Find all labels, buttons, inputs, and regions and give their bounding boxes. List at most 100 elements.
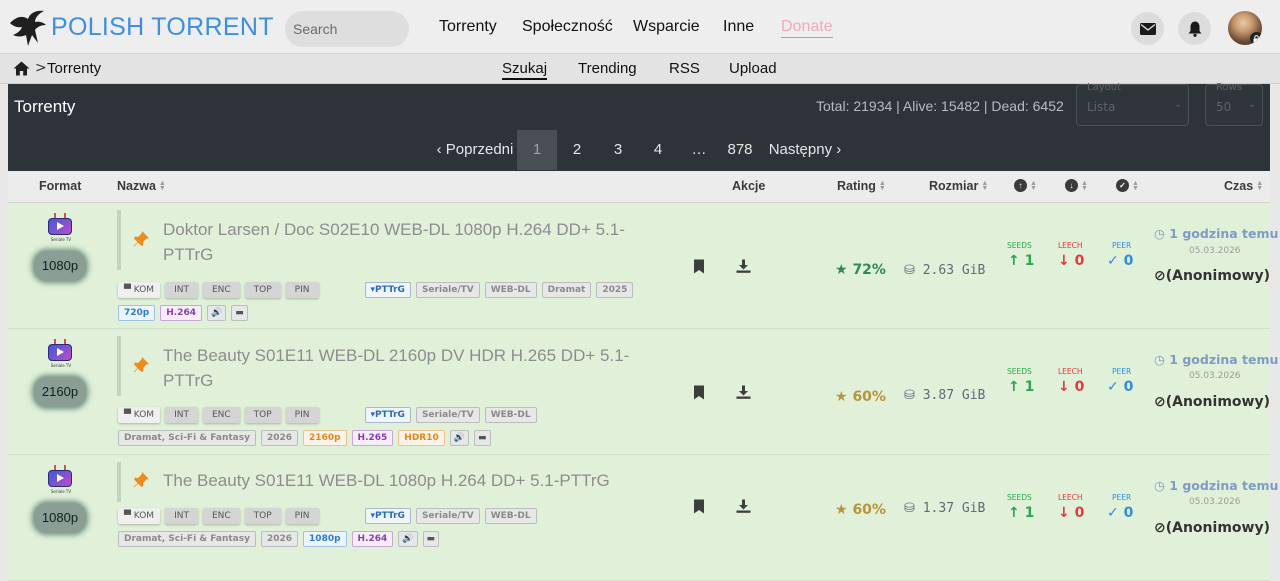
pagination-prev[interactable]: ‹ Poprzedni bbox=[430, 130, 520, 170]
flag-top[interactable]: TOP bbox=[244, 508, 281, 524]
home-icon[interactable] bbox=[13, 61, 30, 76]
seeds-label: SEEDS bbox=[1007, 367, 1032, 376]
breadcrumb-separator: > bbox=[35, 60, 47, 76]
leech-value[interactable]: ↓ 0 bbox=[1058, 379, 1084, 395]
flag-enc[interactable]: ENC bbox=[202, 282, 240, 298]
codec-tag[interactable]: H.264 bbox=[160, 305, 202, 321]
pagination-page[interactable]: 4 bbox=[638, 130, 678, 170]
title-accent-bar bbox=[117, 462, 121, 502]
title-accent-bar bbox=[117, 210, 121, 270]
table-row[interactable]: Seriale TV 1080p Doktor Larsen / Doc S02… bbox=[8, 204, 1278, 329]
tab-trending[interactable]: Trending bbox=[578, 60, 637, 77]
user-avatar[interactable] bbox=[1228, 11, 1262, 45]
source-tag[interactable]: WEB-DL bbox=[484, 407, 537, 423]
pagination-page[interactable]: 3 bbox=[598, 130, 638, 170]
table-row[interactable]: Seriale TV 1080p The Beauty S01E11 WEB-D… bbox=[8, 456, 1278, 581]
upload-time: ◷ 1 godzina temu bbox=[1154, 478, 1279, 493]
flag-int[interactable]: INT bbox=[165, 282, 198, 298]
torrent-title[interactable]: The Beauty S01E11 WEB-DL 1080p H.264 DD+… bbox=[163, 468, 653, 493]
flag-enc[interactable]: ENC bbox=[202, 407, 240, 423]
column-czas[interactable]: Czas ▲ ▼ bbox=[1224, 179, 1263, 193]
seeds-value[interactable]: ↑ 1 bbox=[1008, 253, 1034, 269]
column-seeds[interactable]: ↑ ▲ ▼ bbox=[1014, 179, 1037, 192]
year-tag[interactable]: 2026 bbox=[260, 430, 299, 446]
flag-pin[interactable]: PIN bbox=[285, 282, 319, 298]
resolution-tag[interactable]: 2160p bbox=[303, 430, 347, 446]
peer-value[interactable]: ✓ 0 bbox=[1107, 253, 1133, 269]
pagination-next[interactable]: Następny › bbox=[765, 130, 845, 170]
category-tag[interactable]: Seriale/TV bbox=[415, 407, 480, 423]
download-icon[interactable] bbox=[736, 259, 751, 273]
category-tag[interactable]: Seriale/TV bbox=[415, 508, 480, 524]
peer-value[interactable]: ✓ 0 bbox=[1107, 379, 1133, 395]
download-icon[interactable] bbox=[736, 499, 751, 513]
layout-select[interactable]: Layout Lista ⌄ bbox=[1076, 82, 1189, 126]
resolution-tag[interactable]: 720p bbox=[118, 305, 156, 321]
codec-tag[interactable]: H.265 bbox=[351, 430, 394, 446]
tab-upload[interactable]: Upload bbox=[729, 60, 777, 77]
column-leech[interactable]: ↓ ▲ ▼ bbox=[1065, 179, 1088, 192]
comment-icon: ▀ bbox=[124, 285, 131, 295]
column-peer[interactable]: ✓ ▲ ▼ bbox=[1116, 179, 1139, 192]
rows-select-value: 50 bbox=[1216, 100, 1232, 114]
bookmark-icon[interactable] bbox=[693, 385, 705, 400]
hdr-tag[interactable]: HDR10 bbox=[398, 430, 445, 446]
clock-icon: ◷ bbox=[1154, 226, 1165, 241]
flag-pin[interactable]: PIN bbox=[285, 407, 319, 423]
comments-flag[interactable]: ▀ KOM bbox=[118, 407, 161, 423]
tag-row: 720p H.264 🔊 ▬ bbox=[118, 305, 248, 321]
group-tag[interactable]: ▾PTTrG bbox=[364, 407, 411, 423]
year-tag[interactable]: 2025 bbox=[596, 282, 634, 298]
logo-text[interactable]: POLISH TORRENT bbox=[51, 12, 274, 42]
pagination-page[interactable]: 2 bbox=[557, 130, 597, 170]
flag-int[interactable]: INT bbox=[165, 407, 198, 423]
genre-tag[interactable]: Dramat, Sci-Fi & Fantasy bbox=[118, 430, 256, 446]
peer-value[interactable]: ✓ 0 bbox=[1107, 505, 1133, 521]
eagle-logo-icon[interactable] bbox=[8, 9, 48, 47]
search-input[interactable] bbox=[285, 11, 409, 47]
subtitles-icon: ▬ bbox=[473, 430, 491, 446]
source-tag[interactable]: WEB-DL bbox=[484, 282, 537, 298]
flag-int[interactable]: INT bbox=[165, 508, 198, 524]
flag-top[interactable]: TOP bbox=[244, 407, 281, 423]
messages-button[interactable] bbox=[1131, 12, 1164, 45]
sort-icon: ▲ ▼ bbox=[1030, 179, 1037, 192]
pagination-page[interactable]: 878 bbox=[719, 130, 761, 170]
tab-rss[interactable]: RSS bbox=[669, 60, 700, 77]
notifications-button[interactable] bbox=[1178, 12, 1211, 45]
bookmark-icon[interactable] bbox=[693, 499, 705, 514]
seeds-value[interactable]: ↑ 1 bbox=[1008, 379, 1034, 395]
seeds-value[interactable]: ↑ 1 bbox=[1008, 505, 1034, 521]
leech-value[interactable]: ↓ 0 bbox=[1058, 253, 1084, 269]
leech-value[interactable]: ↓ 0 bbox=[1058, 505, 1084, 521]
eye-slash-icon: ⊘ bbox=[1154, 268, 1166, 284]
nav-donate[interactable]: Donate bbox=[781, 18, 833, 38]
column-rating[interactable]: Rating ▲ ▼ bbox=[837, 179, 886, 193]
tab-szukaj[interactable]: Szukaj bbox=[502, 60, 548, 80]
source-tag[interactable]: WEB-DL bbox=[484, 508, 537, 524]
column-nazwa[interactable]: Nazwa ▲ ▼ bbox=[117, 179, 166, 193]
flag-top[interactable]: TOP bbox=[244, 282, 281, 298]
torrent-title[interactable]: The Beauty S01E11 WEB-DL 2160p DV HDR H.… bbox=[163, 343, 653, 393]
pagination-page[interactable]: 1 bbox=[517, 130, 557, 170]
comments-flag[interactable]: ▀ KOM bbox=[118, 508, 161, 524]
bookmark-icon[interactable] bbox=[693, 259, 705, 274]
column-rozmiar[interactable]: Rozmiar ▲ ▼ bbox=[929, 179, 988, 193]
table-row[interactable]: Seriale TV 2160p The Beauty S01E11 WEB-D… bbox=[8, 330, 1278, 455]
nav-wsparcie[interactable]: Wsparcie bbox=[633, 18, 700, 36]
rows-select[interactable]: Rows 50 ⌄ bbox=[1205, 82, 1263, 126]
group-tag[interactable]: ▾PTTrG bbox=[364, 508, 411, 524]
flag-pin[interactable]: PIN bbox=[285, 508, 319, 524]
sort-icon: ▲ ▼ bbox=[981, 180, 989, 192]
tag-row: Dramat, Sci-Fi & Fantasy 2026 2160p H.26… bbox=[118, 430, 491, 446]
genre-tag[interactable]: Dramat bbox=[541, 282, 592, 298]
download-icon[interactable] bbox=[736, 385, 751, 399]
nav-inne[interactable]: Inne bbox=[723, 18, 754, 36]
nav-spolecznosc[interactable]: Społeczność bbox=[522, 18, 613, 36]
comments-flag[interactable]: ▀ KOM bbox=[118, 282, 161, 298]
nav-torrenty[interactable]: Torrenty bbox=[439, 18, 497, 36]
group-tag[interactable]: ▾PTTrG bbox=[364, 282, 411, 298]
category-tag[interactable]: Seriale/TV bbox=[415, 282, 480, 298]
flag-enc[interactable]: ENC bbox=[202, 508, 240, 524]
torrent-title[interactable]: Doktor Larsen / Doc S02E10 WEB-DL 1080p … bbox=[163, 217, 653, 267]
